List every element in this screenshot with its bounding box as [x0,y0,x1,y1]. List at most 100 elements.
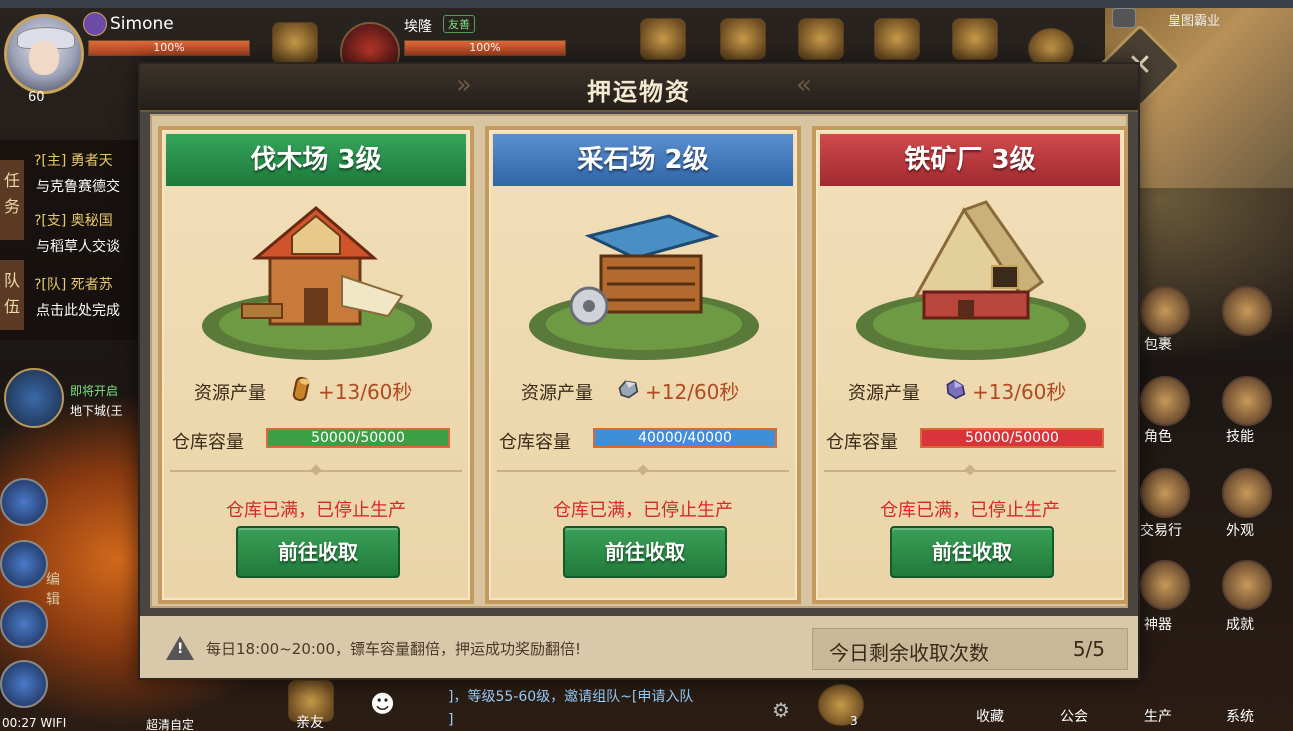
warning-icon: ! [166,636,194,660]
quarry-card: 采石场 2级 资源产量 +12/60秒 仓库容量 40000/40000 仓库已… [485,126,801,604]
resource-row: 资源产量 +13/60秒 [816,374,1124,404]
storage-bar: 50000/50000 [266,428,450,448]
stone-icon [618,380,639,399]
resource-rate: +13/60秒 [318,380,413,404]
skill-scroll-icon[interactable] [0,660,48,708]
target-dart-icon[interactable] [798,18,844,60]
storage-bar: 50000/50000 [920,428,1104,448]
tab-team[interactable]: 队伍 [0,260,24,330]
skill-swirl-icon[interactable] [0,600,48,648]
remaining-count: 5/5 [1072,637,1105,661]
quest-desc[interactable]: 点击此处完成 [36,300,120,320]
treasure-icon[interactable] [720,18,766,60]
quest-desc[interactable]: 与克鲁赛德交 [36,176,120,196]
go-collect-button[interactable]: 前往收取 [236,526,400,578]
edit-label[interactable]: 编辑 [46,570,62,610]
potion-count: 3 [850,714,858,728]
resource-label: 资源产量 [194,383,266,404]
escort-supplies-dialog: » « 押运物资 伐木场 3级 资源产量 +13/60秒 仓库容量 50000/… [138,62,1140,680]
quest-title[interactable]: ?[主] 勇者天 [34,150,113,170]
storage-full-warning: 仓库已满，已停止生产 [226,500,406,521]
dialog-footer: ! 每日18:00~20:00，镖车容量翻倍，押运成功奖励翻倍! 今日剩余收取次… [140,616,1138,678]
iron-ore-icon [946,379,966,400]
menu-skills[interactable]: 技能 [1226,426,1254,446]
go-collect-button[interactable]: 前往收取 [890,526,1054,578]
iron-mine-building-icon [856,200,1086,360]
quarry-building-icon [529,214,759,360]
storage-row: 仓库容量 40000/40000 [489,426,797,453]
menu-artifact[interactable]: 神器 [1144,614,1172,634]
diamond-menu-icon[interactable] [1222,286,1272,336]
storage-bar: 40000/40000 [593,428,777,448]
dungeon-subtitle: 地下城(王 [70,404,123,418]
menu-trade[interactable]: 交易行 [1140,520,1182,540]
dialog-header: » « 押运物资 [140,64,1138,112]
character-icon[interactable] [1140,376,1190,426]
menu-guild[interactable]: 公会 [1060,706,1088,726]
menu-production[interactable]: 生产 [1144,706,1172,726]
wings-icon[interactable] [952,18,998,60]
mask-icon[interactable] [874,18,920,60]
quest-tracker: 任务 队伍 ?[主] 勇者天 与克鲁赛德交 ?[支] 奥秘国 与稻草人交谈 ?[… [0,140,140,340]
menu-achievements[interactable]: 成就 [1226,614,1254,634]
menu-collection[interactable]: 收藏 [976,706,1004,726]
guild-crest-icon [83,12,107,36]
horn-icon[interactable] [640,18,686,60]
skill-orb-icon[interactable] [0,478,48,526]
dialog-body: 伐木场 3级 资源产量 +13/60秒 仓库容量 50000/50000 仓库已… [150,114,1128,608]
trophy-icon[interactable] [1222,560,1272,610]
minimap-title: 皇图霸业 [1168,14,1221,29]
chat-message[interactable]: ]，等级55-60级，邀请组队~[申请入队 [448,686,693,706]
storage-text: 40000/40000 [638,430,732,446]
friends-label[interactable]: 亲友 [296,712,324,731]
settings-gear-icon[interactable]: ⚙ [772,698,790,722]
remaining-label: 今日剩余收取次数 [829,641,989,665]
card-title: 采石场 2级 [493,134,793,186]
artifact-icon[interactable] [1140,560,1190,610]
divider-ornament [964,464,976,476]
player-avatar[interactable] [4,14,84,94]
storage-text: 50000/50000 [311,430,405,446]
appearance-icon[interactable] [1222,468,1272,518]
dungeon-title: 即将开启 [70,384,119,398]
target-tag: 友善 [443,15,475,33]
divider-ornament [310,464,322,476]
resource-label: 资源产量 [848,383,920,404]
camera-icon[interactable] [1112,8,1136,28]
bag-icon[interactable] [1140,286,1190,336]
lumber-mill-building-icon [202,206,432,360]
skill-bow-icon[interactable] [0,540,48,588]
storage-row: 仓库容量 50000/50000 [816,426,1124,453]
menu-system[interactable]: 系统 [1226,706,1254,726]
storage-row: 仓库容量 50000/50000 [162,426,470,453]
remaining-collections-box: 今日剩余收取次数 5/5 [812,628,1128,670]
storage-full-warning: 仓库已满，已停止生产 [553,500,733,521]
skill-book-icon[interactable] [1222,376,1272,426]
card-title: 铁矿厂 3级 [820,134,1120,186]
quest-title[interactable]: ?[队] 死者苏 [34,274,113,294]
resource-rate: +13/60秒 [972,380,1067,404]
quest-title[interactable]: ?[支] 奥秘国 [34,210,113,230]
lumber-mill-card: 伐木场 3级 资源产量 +13/60秒 仓库容量 50000/50000 仓库已… [158,126,474,604]
player-hp-bar: 100% [88,40,250,56]
go-collect-button[interactable]: 前往收取 [563,526,727,578]
menu-bag[interactable]: 包裹 [1144,334,1172,354]
scroll-icon[interactable] [272,22,318,64]
menu-appearance[interactable]: 外观 [1226,520,1254,540]
resource-rate: +12/60秒 [645,380,740,404]
avatar-face [29,41,59,75]
emoji-icon[interactable]: ☻ [370,690,395,718]
player-hp-text: 100% [153,41,185,54]
player-name: Simone [110,14,174,34]
target-name: 埃隆 [404,19,432,35]
storage-label: 仓库容量 [172,432,244,453]
menu-character[interactable]: 角色 [1144,426,1172,446]
trade-icon[interactable] [1140,468,1190,518]
tab-quests[interactable]: 任务 [0,160,24,240]
divider-ornament [637,464,649,476]
dungeon-portal-icon[interactable] [4,368,64,428]
status-time: 00:27 WIFI [2,716,67,730]
status-quality[interactable]: 超清自定 [146,716,194,731]
quest-desc[interactable]: 与稻草人交谈 [36,236,120,256]
target-hp-bar: 100% [404,40,566,56]
